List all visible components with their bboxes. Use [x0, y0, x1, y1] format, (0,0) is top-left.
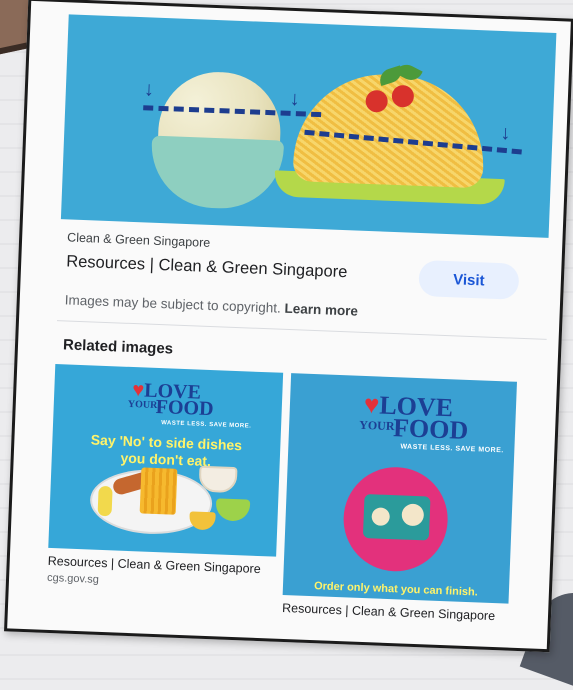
food-tray-illustration	[362, 494, 431, 541]
main-preview-image[interactable]: ↓ ↓ ↓	[60, 14, 557, 238]
logo-subtitle: WASTE LESS. SAVE MORE.	[161, 420, 252, 430]
arrow-down-icon: ↓	[500, 121, 511, 145]
learn-more-link[interactable]: Learn more	[284, 301, 358, 319]
arrow-down-icon: ↓	[289, 87, 301, 111]
logo-subtitle: WASTE LESS. SAVE MORE.	[400, 443, 504, 455]
logo-food-text: FOOD	[392, 413, 469, 445]
result-title[interactable]: Resources | Clean & Green Singapore	[66, 252, 348, 282]
related-image-thumbnail[interactable]: ♥LOVE YOUR FOOD WASTE LESS. SAVE MORE. S…	[48, 364, 284, 557]
bowl-illustration	[149, 135, 285, 211]
related-image-domain[interactable]: cgs.gov.sg	[47, 572, 99, 586]
image-viewer-panel: ↓ ↓ ↓ Clean & Green Singapore Resources …	[4, 0, 573, 653]
side-dish-bowl-illustration	[215, 498, 251, 522]
visit-button[interactable]: Visit	[418, 259, 520, 300]
logo-your-text: YOUR	[358, 417, 395, 434]
copyright-text: Images may be subject to copyright.	[64, 292, 282, 316]
corn-illustration	[97, 485, 113, 517]
thumbnail-tagline: Order only what you can finish.	[313, 580, 479, 599]
section-divider	[56, 320, 547, 340]
side-dish-bowl-illustration	[189, 511, 216, 531]
related-image-thumbnail[interactable]: ♥LOVE YOUR FOOD WASTE LESS. SAVE MORE. O…	[282, 373, 517, 604]
arrow-down-icon: ↓	[143, 78, 155, 101]
spaghetti-illustration	[292, 71, 487, 189]
logo-your-text: YOUR	[127, 398, 158, 411]
heart-icon: ♥	[363, 389, 380, 420]
logo-food-text: FOOD	[155, 395, 214, 421]
related-image-title[interactable]: Resources | Clean & Green Singapore	[282, 601, 495, 623]
dish-illustration	[401, 503, 425, 527]
related-images-heading: Related images	[62, 336, 174, 358]
copyright-notice: Images may be subject to copyright. Lear…	[65, 292, 359, 318]
fries-illustration	[139, 467, 178, 515]
dish-illustration	[371, 507, 391, 527]
result-source[interactable]: Clean & Green Singapore	[67, 230, 211, 249]
